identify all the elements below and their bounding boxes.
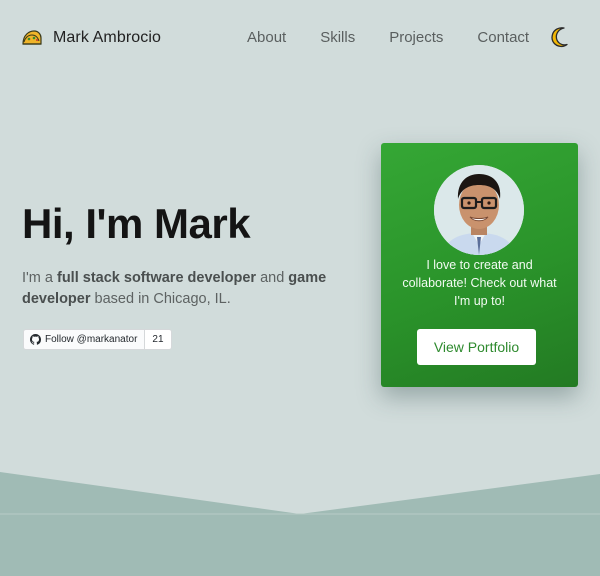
view-portfolio-button[interactable]: View Portfolio	[417, 329, 536, 365]
nav-link-about[interactable]: About	[247, 29, 286, 46]
hero-title: Hi, I'm Mark	[22, 200, 251, 247]
top-nav: Mark Ambrocio About Skills Projects Cont…	[0, 0, 600, 76]
brand-name: Mark Ambrocio	[53, 29, 161, 46]
avatar-portrait	[434, 165, 524, 255]
nav-link-skills[interactable]: Skills	[320, 29, 355, 46]
nav-links: About Skills Projects Contact	[247, 27, 529, 47]
hero-description: I'm a full stack software developer and …	[22, 270, 327, 307]
taco-icon	[22, 30, 42, 45]
avatar	[434, 165, 524, 255]
nav-link-contact[interactable]: Contact	[477, 29, 529, 46]
github-follower-count[interactable]: 21	[145, 329, 172, 350]
github-follow-button[interactable]: Follow @markanator	[23, 329, 146, 350]
bottom-wave	[0, 472, 600, 576]
github-icon	[30, 334, 41, 345]
github-follow-label: Follow @markanator	[45, 334, 138, 345]
nav-link-projects[interactable]: Projects	[389, 29, 443, 46]
portfolio-card: I love to create and collaborate! Check …	[381, 143, 578, 387]
brand[interactable]: Mark Ambrocio	[22, 27, 161, 49]
github-follow-widget: Follow @markanator 21	[23, 329, 172, 350]
card-text: I love to create and collaborate! Check …	[402, 258, 557, 308]
moon-icon[interactable]	[550, 26, 572, 48]
